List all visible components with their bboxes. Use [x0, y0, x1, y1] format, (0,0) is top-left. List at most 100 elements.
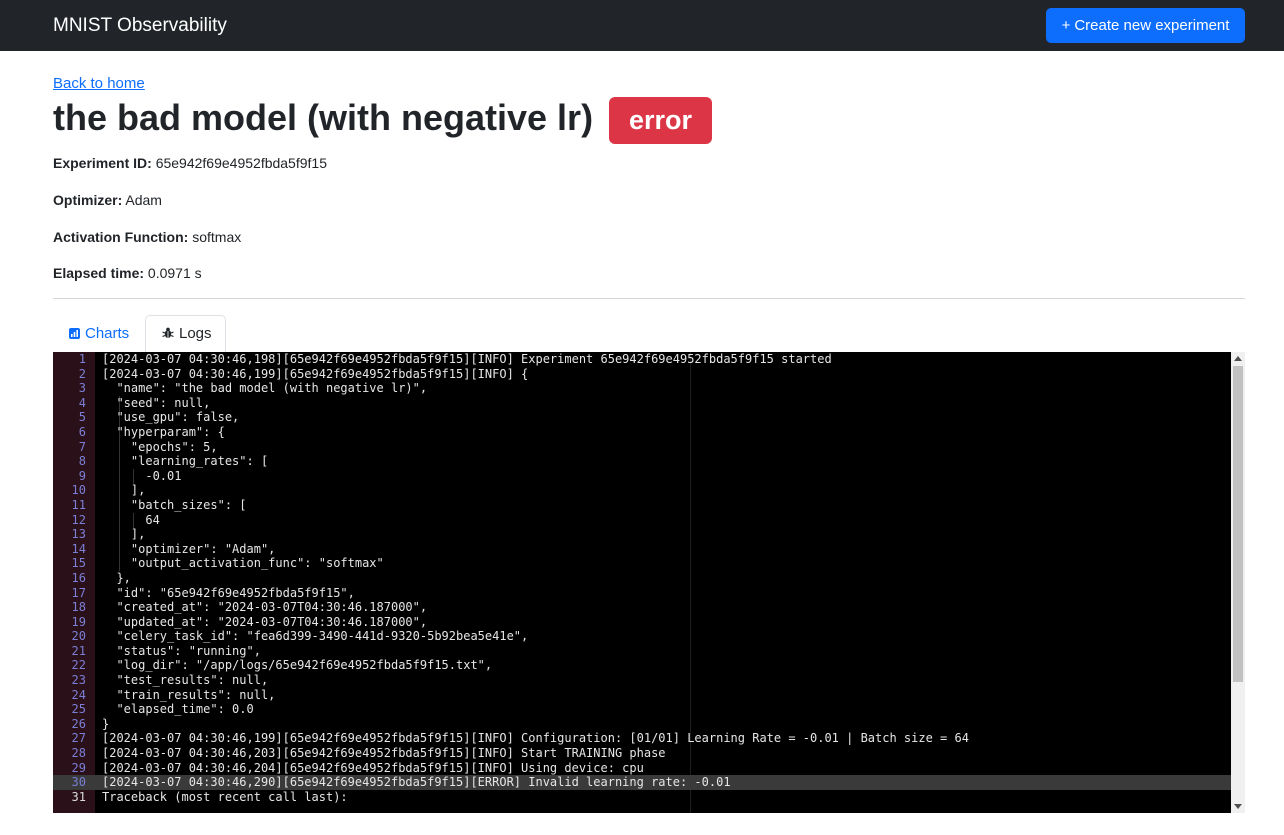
log-text: "id": "65e942f69e4952fbda5f9f15", [102, 585, 355, 600]
log-text: "created_at": "2024-03-07T04:30:46.18700… [102, 600, 428, 615]
line-number: 3 [78, 381, 86, 396]
line-number: 8 [78, 454, 86, 469]
log-line: 4 "seed": null, [53, 396, 1231, 411]
line-number: 18 [71, 600, 86, 615]
log-text: "name": "the bad model (with negative lr… [102, 381, 428, 396]
field-label: Experiment ID: [53, 155, 152, 171]
log-text: "log_dir": "/app/logs/65e942f69e4952fbda… [102, 658, 493, 673]
log-text: "hyperparam": { [102, 424, 225, 439]
log-text: "learning_rates": [ [102, 454, 269, 469]
log-line: 12 64 [53, 513, 1231, 528]
log-text: "celery_task_id": "fea6d399-3490-441d-93… [102, 629, 529, 644]
log-line: 19 "updated_at": "2024-03-07T04:30:46.18… [53, 615, 1231, 630]
elapsed-time-field: Elapsed time: 0.0971 s [53, 264, 202, 282]
tab-charts[interactable]: Charts [57, 315, 143, 353]
log-line: 20 "celery_task_id": "fea6d399-3490-441d… [53, 629, 1231, 644]
line-number: 9 [78, 468, 86, 483]
log-line: 13 ], [53, 527, 1231, 542]
line-number: 7 [78, 439, 86, 454]
log-line: 22 "log_dir": "/app/logs/65e942f69e4952f… [53, 658, 1231, 673]
log-line: 25 "elapsed_time": 0.0 [53, 702, 1231, 717]
log-line: 30 [2024-03-07 04:30:46,290][65e942f69e49… [53, 775, 1231, 790]
log-text: "train_results": null, [102, 687, 276, 702]
log-text: "output_activation_func": "softmax" [102, 556, 384, 571]
line-number: 25 [71, 702, 86, 717]
line-number: 2 [78, 366, 86, 381]
line-number: 29 [71, 760, 86, 775]
line-number: 15 [71, 556, 86, 571]
log-text: "test_results": null, [102, 673, 269, 688]
log-line: 10 ], [53, 483, 1231, 498]
divider [53, 298, 1245, 299]
bar-chart-icon [69, 328, 80, 339]
field-label: Optimizer: [53, 192, 123, 208]
line-number: 16 [71, 570, 86, 585]
log-text: ], [102, 527, 146, 542]
back-to-home-link[interactable]: Back to home [53, 75, 145, 93]
log-text: [2024-03-07 04:30:46,199][65e942f69e4952… [102, 731, 969, 746]
log-line: 2 [2024-03-07 04:30:46,199][65e942f69e495… [53, 367, 1231, 382]
line-number: 27 [71, 731, 86, 746]
log-text: "seed": null, [102, 395, 211, 410]
log-line: 1 [2024-03-07 04:30:46,198][65e942f69e495… [53, 352, 1231, 367]
log-line: 14 "optimizer": "Adam", [53, 542, 1231, 557]
log-text: 64 [102, 512, 160, 527]
log-line: 29 [2024-03-07 04:30:46,204][65e942f69e49… [53, 761, 1231, 776]
log-editor[interactable]: 1 [2024-03-07 04:30:46,198][65e942f69e495… [53, 352, 1245, 813]
line-number: 19 [71, 614, 86, 629]
line-number: 10 [71, 483, 86, 498]
log-line: 5 "use_gpu": false, [53, 410, 1231, 425]
log-text: [2024-03-07 04:30:46,203][65e942f69e4952… [102, 746, 666, 761]
log-line: 21 "status": "running", [53, 644, 1231, 659]
tab-label: Charts [85, 325, 130, 342]
log-line: 26} [53, 717, 1231, 732]
log-text: "updated_at": "2024-03-07T04:30:46.18700… [102, 614, 428, 629]
create-experiment-button[interactable]: + Create new experiment [1046, 8, 1245, 43]
tab-logs[interactable]: Logs [145, 315, 226, 353]
line-number: 30 [71, 775, 86, 790]
create-experiment-label: Create new experiment [1074, 17, 1230, 34]
line-number: 4 [78, 395, 86, 410]
brand-title[interactable]: MNIST Observability [53, 14, 227, 38]
line-number: 28 [71, 746, 86, 761]
log-text: "use_gpu": false, [102, 410, 240, 425]
line-number: 24 [71, 687, 86, 702]
optimizer-field: Optimizer: Adam [53, 191, 162, 209]
bug-icon [162, 327, 174, 338]
line-number: 12 [71, 512, 86, 527]
scroll-up-icon[interactable] [1234, 356, 1242, 361]
line-number: 20 [71, 629, 86, 644]
line-number: 23 [71, 673, 86, 688]
line-number: 13 [71, 527, 86, 542]
line-number: 21 [71, 643, 86, 658]
line-number: 14 [71, 541, 86, 556]
field-value: softmax [192, 229, 242, 245]
status-badge: error [609, 97, 712, 144]
line-number: 11 [71, 497, 86, 512]
log-text: [2024-03-07 04:30:46,198][65e942f69e4952… [102, 352, 832, 366]
log-text: [2024-03-07 04:30:46,199][65e942f69e4952… [102, 366, 529, 381]
line-number: 5 [78, 410, 86, 425]
log-line: 23 "test_results": null, [53, 673, 1231, 688]
log-text: "epochs": 5, [102, 439, 218, 454]
line-number: 26 [71, 716, 86, 731]
log-line: 17 "id": "65e942f69e4952fbda5f9f15", [53, 586, 1231, 601]
log-line: 8 "learning_rates": [ [53, 454, 1231, 469]
log-text: -0.01 [102, 468, 182, 483]
plus-icon: + [1061, 17, 1071, 34]
log-line: 31 Traceback (most recent call last): [53, 790, 1231, 805]
log-line: 3 "name": "the bad model (with negative … [53, 381, 1231, 396]
field-value: Adam [125, 192, 162, 208]
log-line: 28 [2024-03-07 04:30:46,203][65e942f69e49… [53, 746, 1231, 761]
navbar: MNIST Observability + Create new experime… [0, 0, 1284, 51]
log-text: Traceback (most recent call last): [102, 789, 348, 804]
scrollbar-thumb[interactable] [1233, 366, 1243, 682]
scroll-down-icon[interactable] [1234, 804, 1242, 809]
log-text: [2024-03-07 04:30:46,290][65e942f69e4952… [102, 775, 731, 790]
line-number: 17 [71, 585, 86, 600]
field-label: Activation Function: [53, 229, 189, 245]
log-line: 18 "created_at": "2024-03-07T04:30:46.18… [53, 600, 1231, 615]
vertical-scrollbar[interactable] [1231, 352, 1245, 813]
log-line: 24 "train_results": null, [53, 688, 1231, 703]
log-text: }, [102, 570, 131, 585]
